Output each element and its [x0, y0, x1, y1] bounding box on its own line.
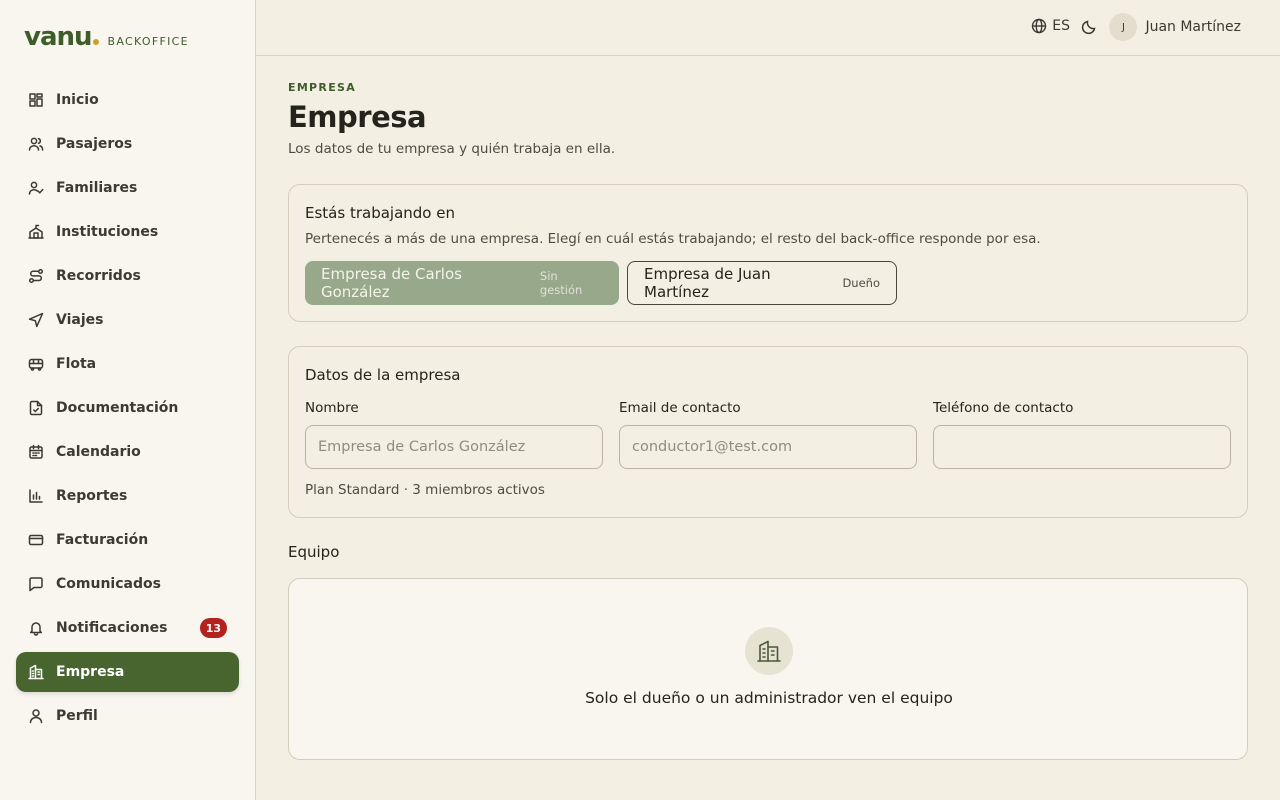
route-icon: [28, 268, 44, 284]
brand-subtitle: BACKOFFICE: [107, 35, 189, 48]
user-name: Juan Martínez: [1145, 19, 1241, 35]
page-eyebrow: EMPRESA: [288, 81, 357, 94]
sidebar-item-familiares[interactable]: Familiares: [16, 168, 239, 208]
sidebar-item-label: Instituciones: [56, 224, 159, 240]
sidebar-item-reportes[interactable]: Reportes: [16, 476, 239, 516]
company-option-role: Sin gestión: [539, 269, 583, 297]
field-label: Teléfono de contacto: [933, 400, 1074, 416]
logo-text: vanu: [24, 22, 93, 52]
user-icon: [28, 708, 44, 724]
company-name-field: Nombre: [305, 400, 603, 469]
sidebar-item-pasajeros[interactable]: Pasajeros: [16, 124, 239, 164]
school-icon: [28, 224, 44, 240]
message-icon: [28, 576, 44, 592]
sidebar-item-label: Pasajeros: [56, 136, 133, 152]
sidebar-item-empresa[interactable]: Empresa: [16, 652, 239, 692]
sidebar-item-calendario[interactable]: Calendario: [16, 432, 239, 472]
sidebar-item-label: Viajes: [56, 312, 104, 328]
bell-icon: [28, 620, 44, 636]
building-icon: [28, 664, 44, 680]
company-option-name: Empresa de Juan Martínez: [644, 265, 771, 301]
working-in-card: Estás trabajando en Pertenecés a más de …: [288, 184, 1248, 322]
bar-chart-icon: [28, 488, 44, 504]
company-option-carlos[interactable]: Empresa de Carlos González Sin gestión: [305, 261, 619, 305]
sidebar-item-label: Comunicados: [56, 576, 161, 592]
page-title: Empresa: [288, 100, 427, 134]
sidebar-item-label: Inicio: [56, 92, 99, 108]
sidebar-item-label: Perfil: [56, 708, 98, 724]
sidebar-item-notificaciones[interactable]: Notificaciones 13: [16, 608, 239, 648]
contact-email-field: Email de contacto: [619, 400, 917, 469]
bus-icon: [28, 356, 44, 372]
navigation-icon: [28, 312, 44, 328]
team-empty-message: Solo el dueño o un administrador ven el …: [585, 689, 953, 707]
language-label: ES: [1052, 18, 1070, 34]
sidebar-item-label: Recorridos: [56, 268, 141, 284]
language-selector[interactable]: ES: [1031, 18, 1070, 34]
sidebar-item-viajes[interactable]: Viajes: [16, 300, 239, 340]
sidebar-item-facturacion[interactable]: Facturación: [16, 520, 239, 560]
sidebar-item-documentacion[interactable]: Documentación: [16, 388, 239, 428]
user-check-icon: [28, 180, 44, 196]
company-data-card: Datos de la empresa Nombre Email de cont…: [288, 346, 1248, 518]
file-check-icon: [28, 400, 44, 416]
company-option-role: Dueño: [842, 276, 880, 290]
sidebar-item-recorridos[interactable]: Recorridos: [16, 256, 239, 296]
logo-dot: [92, 39, 99, 45]
building-icon: [745, 627, 793, 675]
moon-icon: [1081, 20, 1096, 35]
card-title: Estás trabajando en: [305, 204, 455, 222]
sidebar-item-instituciones[interactable]: Instituciones: [16, 212, 239, 252]
sidebar-item-label: Notificaciones: [56, 620, 168, 636]
sidebar-item-label: Familiares: [56, 180, 138, 196]
card-title: Datos de la empresa: [305, 366, 461, 384]
users-icon: [28, 136, 44, 152]
team-section-title: Equipo: [288, 543, 340, 561]
avatar: J: [1109, 13, 1138, 41]
brand-logo[interactable]: vanu BACKOFFICE: [24, 22, 189, 52]
contact-phone-input[interactable]: [933, 425, 1231, 469]
sidebar-item-label: Empresa: [56, 664, 125, 680]
page-description: Los datos de tu empresa y quién trabaja …: [288, 141, 616, 157]
sidebar-item-label: Flota: [56, 356, 97, 372]
top-bar: ES J Juan Martínez: [256, 0, 1280, 56]
contact-phone-field: Teléfono de contacto: [933, 400, 1231, 469]
sidebar-item-label: Facturación: [56, 532, 149, 548]
company-option-name: Empresa de Carlos González: [321, 265, 462, 301]
sidebar-item-comunicados[interactable]: Comunicados: [16, 564, 239, 604]
calendar-icon: [28, 444, 44, 460]
notification-count-badge: 13: [199, 618, 227, 638]
sidebar-item-flota[interactable]: Flota: [16, 344, 239, 384]
field-label: Nombre: [305, 400, 359, 416]
field-label: Email de contacto: [619, 400, 741, 416]
sidebar: vanu BACKOFFICE Inicio Pasajeros Familia…: [0, 0, 256, 800]
sidebar-item-inicio[interactable]: Inicio: [16, 80, 239, 120]
sidebar-item-label: Reportes: [56, 488, 128, 504]
contact-email-input[interactable]: [619, 425, 917, 469]
sidebar-nav: Inicio Pasajeros Familiares Institucione…: [16, 80, 239, 740]
sidebar-item-perfil[interactable]: Perfil: [16, 696, 239, 736]
company-option-juan[interactable]: Empresa de Juan Martínez Dueño: [627, 261, 897, 305]
plan-info: Plan Standard · 3 miembros activos: [305, 482, 545, 498]
globe-icon: [1032, 18, 1047, 34]
credit-card-icon: [28, 532, 44, 548]
theme-toggle[interactable]: [1081, 19, 1097, 35]
dashboard-icon: [28, 92, 44, 108]
user-menu[interactable]: J Juan Martínez: [1109, 13, 1241, 41]
team-empty-state: Solo el dueño o un administrador ven el …: [288, 578, 1248, 760]
sidebar-item-label: Documentación: [56, 400, 179, 416]
company-name-input[interactable]: [305, 425, 603, 469]
card-description: Pertenecés a más de una empresa. Elegí e…: [305, 231, 1041, 247]
sidebar-item-label: Calendario: [56, 444, 141, 460]
